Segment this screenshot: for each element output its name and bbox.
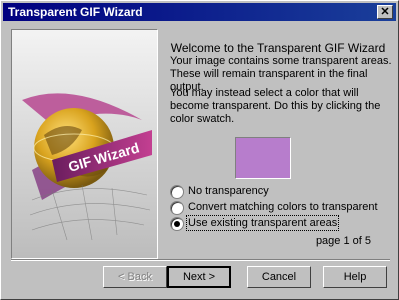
close-icon: ✕ [380, 6, 390, 18]
title-bar[interactable]: Transparent GIF Wizard ✕ [3, 3, 396, 21]
option-label: Convert matching colors to transparent [188, 201, 378, 213]
next-button[interactable]: Next > [167, 266, 231, 288]
option-label: No transparency [188, 185, 269, 197]
cancel-button-label: Cancel [261, 271, 297, 283]
divider [11, 259, 390, 261]
back-button[interactable]: < Back [103, 266, 167, 288]
next-button-label: Next > [182, 271, 216, 283]
help-button[interactable]: Help [323, 266, 387, 288]
wizard-window: Transparent GIF Wizard ✕ GIF Wizard Welc… [0, 0, 399, 300]
option-label: Use existing transparent areas [185, 215, 340, 231]
page-indicator: page 1 of 5 [315, 235, 371, 247]
globe-banner-icon: GIF Wizard [22, 93, 152, 241]
radio-button[interactable] [170, 201, 184, 215]
help-button-label: Help [343, 271, 367, 283]
window-title: Transparent GIF Wizard [8, 5, 143, 19]
radio-button[interactable] [170, 185, 184, 199]
cancel-button[interactable]: Cancel [247, 266, 311, 288]
page-heading: Welcome to the Transparent GIF Wizard [170, 41, 386, 55]
close-button[interactable]: ✕ [377, 5, 393, 19]
wizard-illustration: GIF Wizard [11, 29, 158, 259]
description-paragraph-2: You may instead select a color that will… [170, 87, 381, 125]
color-swatch[interactable] [235, 137, 291, 179]
back-button-label: < Back [118, 271, 152, 283]
radio-button-selected[interactable] [170, 217, 184, 231]
